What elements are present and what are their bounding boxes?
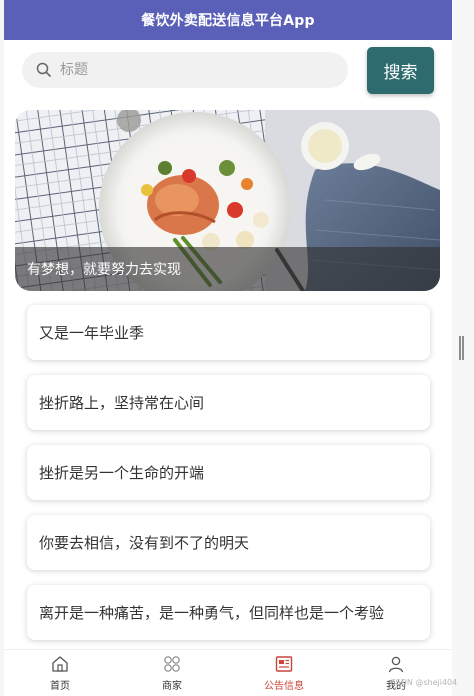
notice-title: 挫折路上，坚持常在心间 <box>39 394 205 412</box>
banner-carousel[interactable]: 有梦想，就要努力去实现 <box>15 110 440 291</box>
page-title: 餐饮外卖配送信息平台App <box>4 0 452 40</box>
newspaper-icon <box>275 655 293 673</box>
notice-item[interactable]: 挫折路上，坚持常在心间 <box>27 375 430 430</box>
tab-home[interactable]: 首页 <box>4 650 116 696</box>
notice-item[interactable]: 挫折是另一个生命的开端 <box>27 445 430 500</box>
notice-title: 离开是一种痛苦，是一种勇气，但同样也是一个考验 <box>39 604 385 622</box>
search-bar: 搜索 <box>4 40 452 104</box>
notice-item[interactable]: 离开是一种痛苦，是一种勇气，但同样也是一个考验 <box>27 585 430 640</box>
notice-item[interactable]: 又是一年毕业季 <box>27 305 430 360</box>
notice-title: 又是一年毕业季 <box>39 324 145 342</box>
notice-list: 又是一年毕业季 挫折路上，坚持常在心间 挫折是另一个生命的开端 你要去相信，没有… <box>27 305 430 655</box>
search-field[interactable] <box>22 52 348 88</box>
notice-title: 挫折是另一个生命的开端 <box>39 464 205 482</box>
search-button[interactable]: 搜索 <box>367 47 434 94</box>
user-icon <box>387 655 405 673</box>
search-input[interactable] <box>58 61 312 79</box>
notice-title: 你要去相信，没有到不了的明天 <box>39 534 250 552</box>
app-screen: 餐饮外卖配送信息平台App 搜索 <box>4 0 452 696</box>
tab-label: 公告信息 <box>264 680 304 692</box>
tab-profile[interactable]: 我的 <box>340 650 452 696</box>
tab-label: 商家 <box>162 680 182 692</box>
app-window: 餐饮外卖配送信息平台App 搜索 <box>0 0 474 696</box>
grid-icon <box>163 655 181 673</box>
tab-merchants[interactable]: 商家 <box>116 650 228 696</box>
tab-notices[interactable]: 公告信息 <box>228 650 340 696</box>
home-icon <box>51 655 69 673</box>
tab-label: 首页 <box>50 680 70 692</box>
watermark: CSDN @sheji404 <box>390 678 458 687</box>
resize-handle[interactable] <box>459 336 464 360</box>
notice-item[interactable]: 你要去相信，没有到不了的明天 <box>27 515 430 570</box>
banner-caption: 有梦想，就要努力去实现 <box>15 247 440 291</box>
bottom-tab-bar: 首页 商家 公告信息 我的 <box>4 649 452 696</box>
search-icon <box>36 62 52 78</box>
